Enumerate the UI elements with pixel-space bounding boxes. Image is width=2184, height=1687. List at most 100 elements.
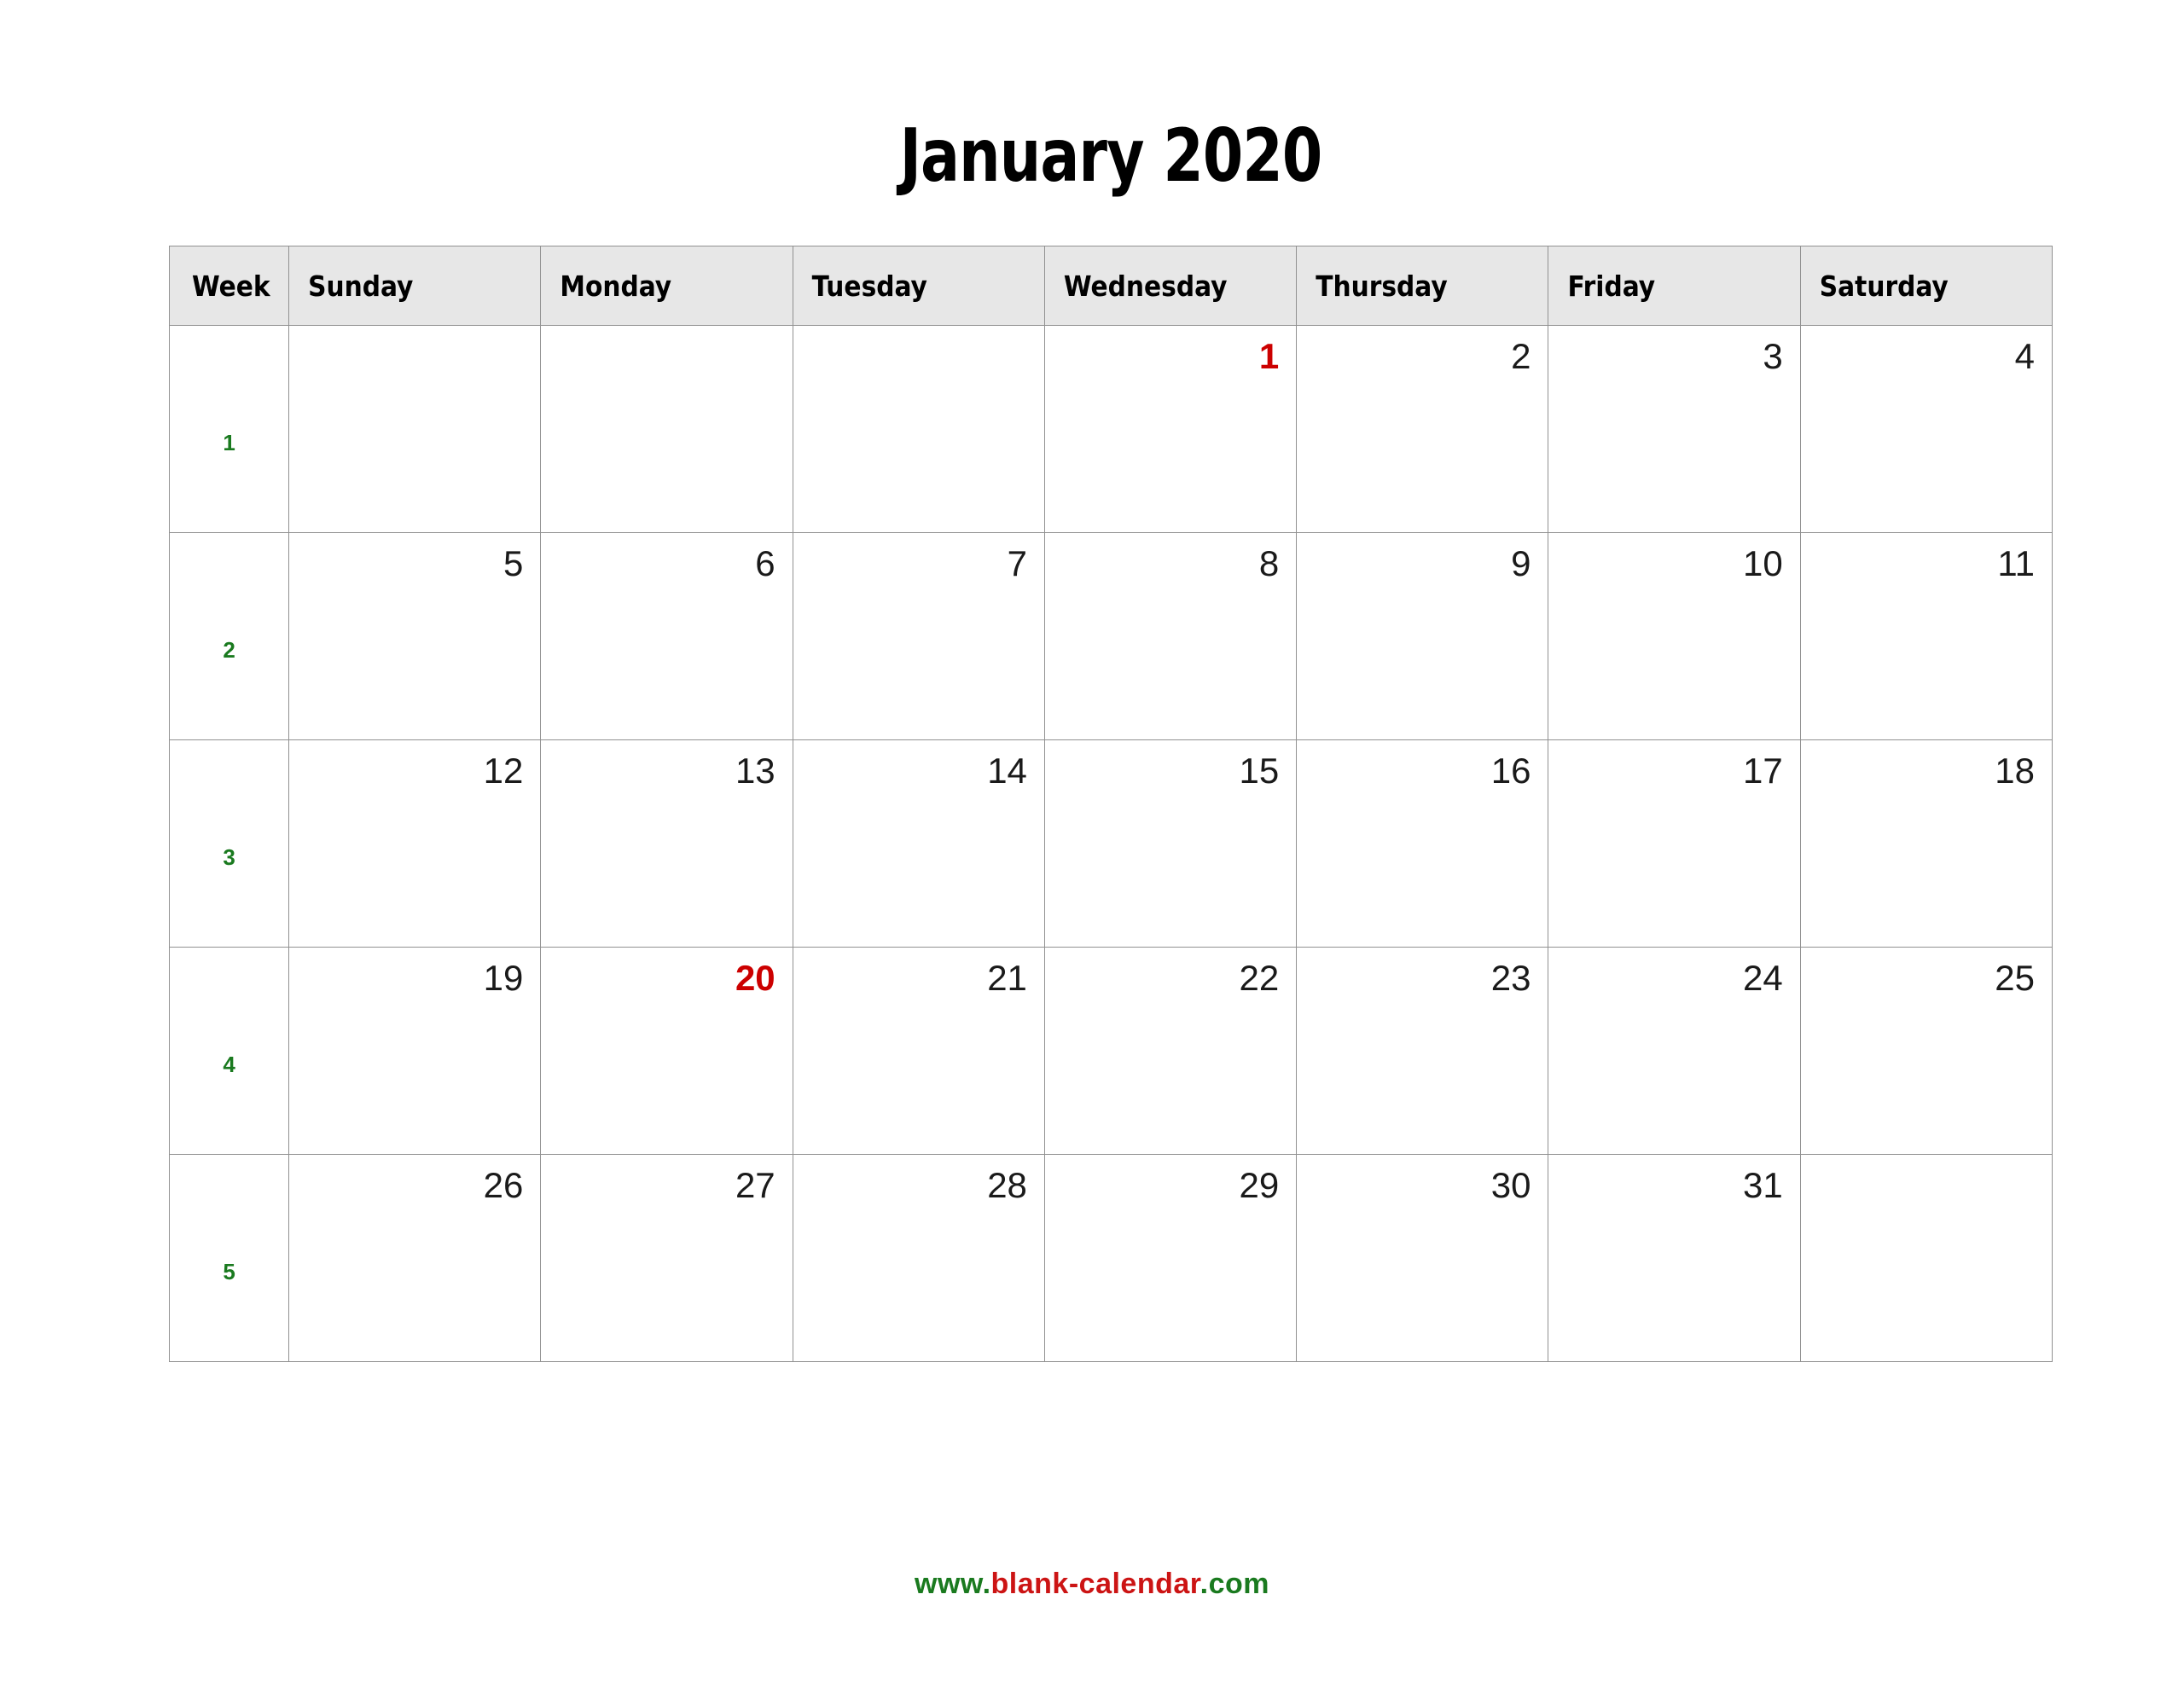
day-number: 1: [1258, 336, 1280, 376]
day-number: 14: [987, 751, 1027, 791]
week-number-cell: 2: [168, 532, 290, 740]
day-cell[interactable]: 13: [540, 739, 793, 948]
column-header-saturday: Saturday: [1799, 246, 2053, 326]
day-cell[interactable]: 14: [792, 739, 1045, 948]
day-cell[interactable]: 16: [1296, 739, 1549, 948]
day-cell[interactable]: [288, 325, 542, 533]
week-number-cell: 4: [168, 947, 290, 1155]
day-cell[interactable]: 30: [1296, 1154, 1549, 1362]
calendar-week-row: 2 5 6 7 8 9 10 11: [168, 532, 2053, 740]
day-number: 9: [1511, 543, 1531, 583]
day-number: 3: [1763, 336, 1783, 376]
day-cell[interactable]: [1799, 1154, 2053, 1362]
page-title: January 2020: [899, 113, 1323, 199]
calendar-week-row: 1 1 2 3 4: [168, 325, 2053, 533]
day-cell[interactable]: 8: [1043, 532, 1298, 740]
day-cell[interactable]: 20: [540, 947, 793, 1155]
day-number: 29: [1239, 1165, 1280, 1205]
day-cell[interactable]: 25: [1799, 947, 2053, 1155]
calendar-week-row: 4 19 20 21 22 23 24 25: [168, 947, 2053, 1155]
day-cell[interactable]: 28: [792, 1154, 1045, 1362]
day-number: 23: [1490, 958, 1531, 998]
day-cell[interactable]: 1: [1043, 325, 1298, 533]
day-number: 13: [735, 751, 775, 791]
column-header-friday: Friday: [1548, 246, 1801, 326]
day-number: 2: [1511, 336, 1531, 376]
day-cell[interactable]: 18: [1799, 739, 2053, 948]
week-number: 2: [223, 636, 235, 663]
day-cell[interactable]: 6: [540, 532, 793, 740]
day-number: 17: [1743, 751, 1783, 791]
day-cell[interactable]: 19: [288, 947, 542, 1155]
day-number: 18: [1995, 751, 2035, 791]
column-header-week: Week: [168, 246, 290, 326]
footer-tld: .com: [1199, 1568, 1269, 1600]
day-number: [541, 326, 792, 377]
day-number: 24: [1743, 958, 1783, 998]
day-number: 15: [1239, 751, 1280, 791]
calendar-week-row: 5 26 27 28 29 30 31: [168, 1154, 2053, 1362]
day-number: 16: [1490, 751, 1531, 791]
week-number-cell: 3: [168, 739, 290, 948]
day-cell[interactable]: 21: [792, 947, 1045, 1155]
day-cell[interactable]: 22: [1043, 947, 1298, 1155]
day-cell[interactable]: 15: [1043, 739, 1298, 948]
day-cell[interactable]: 5: [288, 532, 542, 740]
week-number: 5: [223, 1258, 235, 1284]
column-header-wednesday: Wednesday: [1043, 246, 1298, 326]
day-number: 6: [755, 543, 775, 583]
day-number: [289, 326, 540, 377]
day-number: 28: [987, 1165, 1027, 1205]
day-number: 21: [987, 958, 1027, 998]
column-header-thursday: Thursday: [1296, 246, 1549, 326]
day-number: 27: [735, 1165, 775, 1205]
day-cell[interactable]: 7: [792, 532, 1045, 740]
day-cell[interactable]: 9: [1296, 532, 1549, 740]
week-number: 1: [223, 429, 235, 455]
day-cell[interactable]: 23: [1296, 947, 1549, 1155]
day-cell[interactable]: 2: [1296, 325, 1549, 533]
day-number: 19: [483, 958, 524, 998]
day-cell[interactable]: 27: [540, 1154, 793, 1362]
day-number: 25: [1995, 958, 2035, 998]
calendar-table: Week Sunday Monday Tuesday Wednesday Thu…: [168, 246, 2053, 1362]
day-number: 30: [1490, 1165, 1531, 1205]
day-number: 8: [1258, 543, 1280, 583]
week-number: 3: [223, 844, 235, 870]
footer-website-link[interactable]: www.blank-calendar.com: [0, 1568, 2184, 1601]
calendar-body: 1 1 2 3 4 2 5 6 7 8 9 10 11 3 12 13 14 1…: [168, 325, 2053, 1362]
day-number: 11: [1997, 543, 2035, 583]
day-number: 22: [1239, 958, 1280, 998]
week-number-cell: 1: [168, 325, 290, 533]
day-cell[interactable]: 31: [1548, 1154, 1801, 1362]
day-cell[interactable]: 17: [1548, 739, 1801, 948]
week-number: 4: [223, 1051, 235, 1077]
day-number: [1801, 1155, 2052, 1206]
column-header-sunday: Sunday: [288, 246, 542, 326]
day-cell[interactable]: [540, 325, 793, 533]
day-cell[interactable]: 11: [1799, 532, 2053, 740]
day-number: 12: [483, 751, 524, 791]
day-cell[interactable]: 12: [288, 739, 542, 948]
day-number: 7: [1007, 543, 1027, 583]
column-header-monday: Monday: [540, 246, 793, 326]
calendar-header-row: Week Sunday Monday Tuesday Wednesday Thu…: [168, 246, 2053, 326]
day-number: 20: [735, 958, 775, 998]
day-number: 26: [483, 1165, 524, 1205]
calendar-week-row: 3 12 13 14 15 16 17 18: [168, 739, 2053, 948]
day-cell[interactable]: 29: [1043, 1154, 1298, 1362]
calendar-page: January 2020 Week Sunday Monday Tuesday …: [0, 0, 2184, 1687]
week-number-cell: 5: [168, 1154, 290, 1362]
day-number: 5: [503, 543, 524, 583]
day-number: 4: [2014, 336, 2035, 376]
day-number: 31: [1743, 1165, 1783, 1205]
footer-prefix: www.: [915, 1568, 991, 1600]
day-cell[interactable]: [792, 325, 1045, 533]
day-cell[interactable]: 3: [1548, 325, 1801, 533]
day-cell[interactable]: 10: [1548, 532, 1801, 740]
day-cell[interactable]: 24: [1548, 947, 1801, 1155]
footer-sitename: blank-calendar: [990, 1568, 1200, 1600]
day-number: 10: [1743, 543, 1783, 583]
day-cell[interactable]: 4: [1799, 325, 2053, 533]
day-cell[interactable]: 26: [288, 1154, 542, 1362]
